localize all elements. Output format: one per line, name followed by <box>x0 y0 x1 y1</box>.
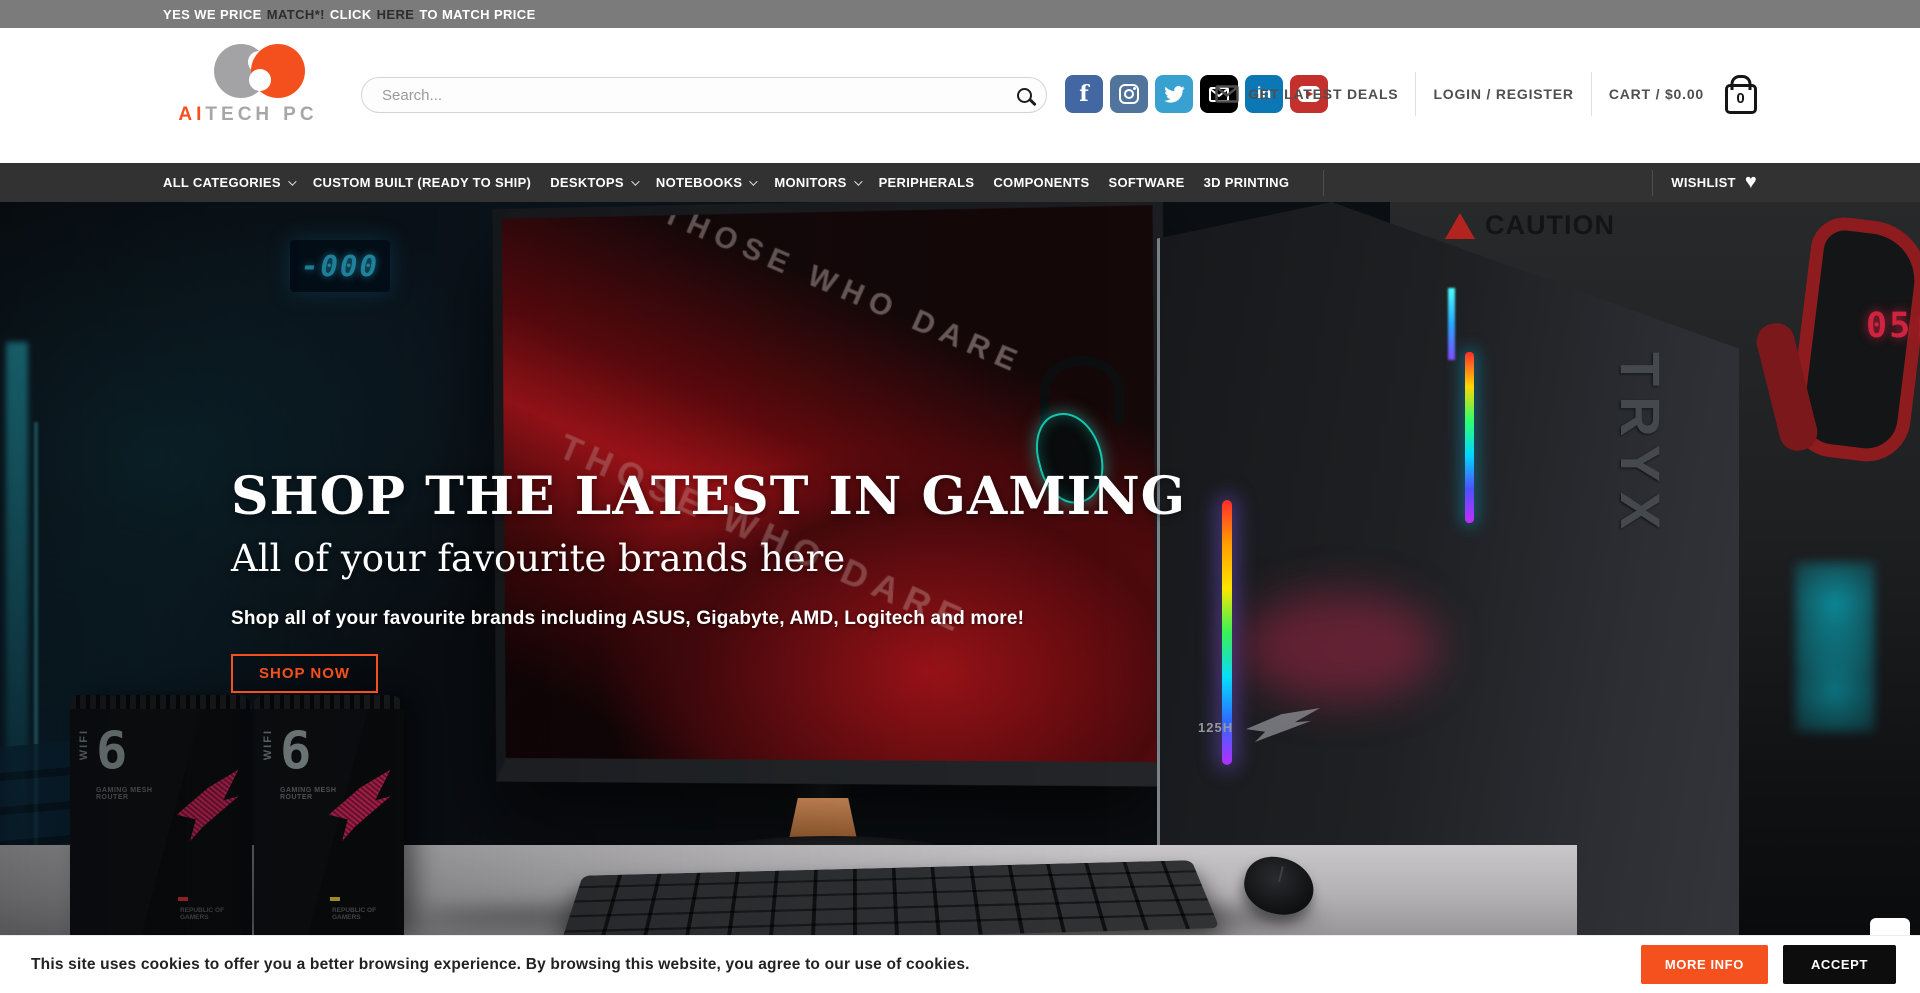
led-clock-text: 05:5 <box>1866 306 1920 346</box>
screen-slogan-text: THOSE WHO DARE <box>658 205 1029 381</box>
hero-subtitle: All of your favourite brands here <box>231 537 1186 580</box>
divider <box>1415 72 1416 116</box>
router-led <box>178 897 188 901</box>
chevron-down-icon <box>750 177 758 185</box>
site-logo[interactable]: AITECHPC <box>178 44 318 126</box>
router-six-text: 6 <box>280 721 311 781</box>
scroll-to-top-button[interactable] <box>1870 918 1910 935</box>
nav-item-monitors[interactable]: MONITORS <box>774 175 859 190</box>
router-rog-text: REPUBLIC OF GAMERS <box>180 907 242 921</box>
nav-items: ALL CATEGORIES CUSTOM BUILT (READY TO SH… <box>163 170 1324 196</box>
hero-banner: -000 CAUTION 05:5 THOSE WHO DARE THOSE W… <box>0 202 1920 935</box>
nav-item-notebooks[interactable]: NOTEBOOKS <box>656 175 755 190</box>
header-actions: GET LATEST DEALS LOGIN / REGISTER CART /… <box>1215 75 1757 113</box>
cart-bag-icon[interactable]: 0 <box>1725 84 1757 114</box>
rgb-glow-decor <box>1240 592 1440 702</box>
cookie-banner: This site uses cookies to offer you a be… <box>0 935 1920 993</box>
rog-logo-icon <box>1246 708 1320 742</box>
cookie-message: This site uses cookies to offer you a be… <box>31 956 1641 974</box>
router-wifi-text: WIFI <box>262 729 274 760</box>
nav-item-desktops[interactable]: DESKTOPS <box>550 175 637 190</box>
nav-item-components[interactable]: COMPONENTS <box>993 175 1089 190</box>
divider <box>1652 170 1653 196</box>
price-match-bar: YES WE PRICE MATCH*! CLICK HERE TO MATCH… <box>0 0 1920 28</box>
router-wifi-text: WIFI <box>78 729 90 760</box>
chevron-down-icon <box>288 177 296 185</box>
rgb-fan-glow-decor <box>1795 562 1875 732</box>
heart-icon <box>1745 171 1757 194</box>
rgb-strip-decor <box>1465 352 1474 523</box>
facebook-icon[interactable] <box>1065 75 1103 113</box>
led-display: -000 <box>290 240 390 292</box>
page: YES WE PRICE MATCH*! CLICK HERE TO MATCH… <box>0 0 1920 993</box>
hero-description: Shop all of your favourite brands includ… <box>231 608 1186 630</box>
tower-brand-text: TRYX <box>1608 352 1673 539</box>
router-led <box>330 897 340 901</box>
nav-item-custom-built[interactable]: CUSTOM BUILT (READY TO SHIP) <box>313 175 531 190</box>
instagram-icon[interactable] <box>1110 75 1148 113</box>
ram-rgb-decor <box>1448 288 1455 360</box>
logo-orange-circle-icon <box>251 44 305 98</box>
cart-count-badge: 0 <box>1728 87 1754 111</box>
more-info-button[interactable]: MORE INFO <box>1641 945 1768 984</box>
cart-link[interactable]: CART / $0.00 <box>1609 86 1704 102</box>
topbar-click-link[interactable]: CLICK <box>330 7 372 22</box>
tower-model-text: 125H <box>1198 720 1233 735</box>
logo-text: AITECHPC <box>178 104 318 126</box>
router-sub-text: GAMING MESH ROUTER <box>96 787 166 801</box>
logo-circles-icon <box>178 44 318 100</box>
nav-right: WISHLIST <box>1652 170 1757 196</box>
nav-item-all-categories[interactable]: ALL CATEGORIES <box>163 175 294 190</box>
login-register-link[interactable]: LOGIN / REGISTER <box>1433 86 1573 102</box>
router-six-text: 6 <box>96 721 127 781</box>
nav-item-software[interactable]: SOFTWARE <box>1109 175 1185 190</box>
rog-pixel-logo-icon <box>325 770 398 843</box>
nav-item-3d-printing[interactable]: 3D PRINTING <box>1204 175 1290 190</box>
caution-text: CAUTION <box>1485 210 1615 241</box>
search-icon[interactable] <box>1017 88 1032 103</box>
topbar-here-link[interactable]: HERE <box>377 7 415 22</box>
topbar-text-highlight: MATCH*! <box>267 7 325 22</box>
shop-now-button[interactable]: SHOP NOW <box>231 654 378 693</box>
twitter-icon[interactable] <box>1155 75 1193 113</box>
main-navigation: ALL CATEGORIES CUSTOM BUILT (READY TO SH… <box>0 163 1920 202</box>
search-input[interactable] <box>380 86 1017 105</box>
caution-sign: CAUTION <box>1445 210 1625 241</box>
cookie-buttons: MORE INFO ACCEPT <box>1641 945 1896 984</box>
chevron-down-icon <box>631 177 639 185</box>
site-header: AITECHPC GET LATEST DEALS <box>0 28 1920 163</box>
hero-title: SHOP THE LATEST IN GAMING <box>231 470 1186 525</box>
search-bar <box>361 77 1047 113</box>
router-sub-text: GAMING MESH ROUTER <box>280 787 350 801</box>
chevron-down-icon <box>854 177 862 185</box>
accept-button[interactable]: ACCEPT <box>1783 945 1896 984</box>
wifi-router: WIFI 6 GAMING MESH ROUTER REPUBLIC OF GA… <box>254 695 404 935</box>
topbar-text: TO MATCH PRICE <box>419 7 535 22</box>
warning-triangle-icon <box>1445 213 1475 239</box>
divider <box>1323 170 1324 196</box>
envelope-icon <box>1215 85 1239 103</box>
router-rog-text: REPUBLIC OF GAMERS <box>332 907 394 921</box>
led-display-text: -000 <box>301 249 379 283</box>
nav-item-peripherals[interactable]: PERIPHERALS <box>879 175 975 190</box>
topbar-text: YES WE PRICE <box>163 7 262 22</box>
divider <box>1591 72 1592 116</box>
wishlist-link[interactable]: WISHLIST <box>1671 171 1757 194</box>
hero-copy: SHOP THE LATEST IN GAMING All of your fa… <box>231 470 1186 693</box>
get-latest-deals-link[interactable]: GET LATEST DEALS <box>1215 85 1398 103</box>
rog-pixel-logo-icon <box>173 770 246 843</box>
wifi-router: WIFI 6 GAMING MESH ROUTER REPUBLIC OF GA… <box>70 695 252 935</box>
